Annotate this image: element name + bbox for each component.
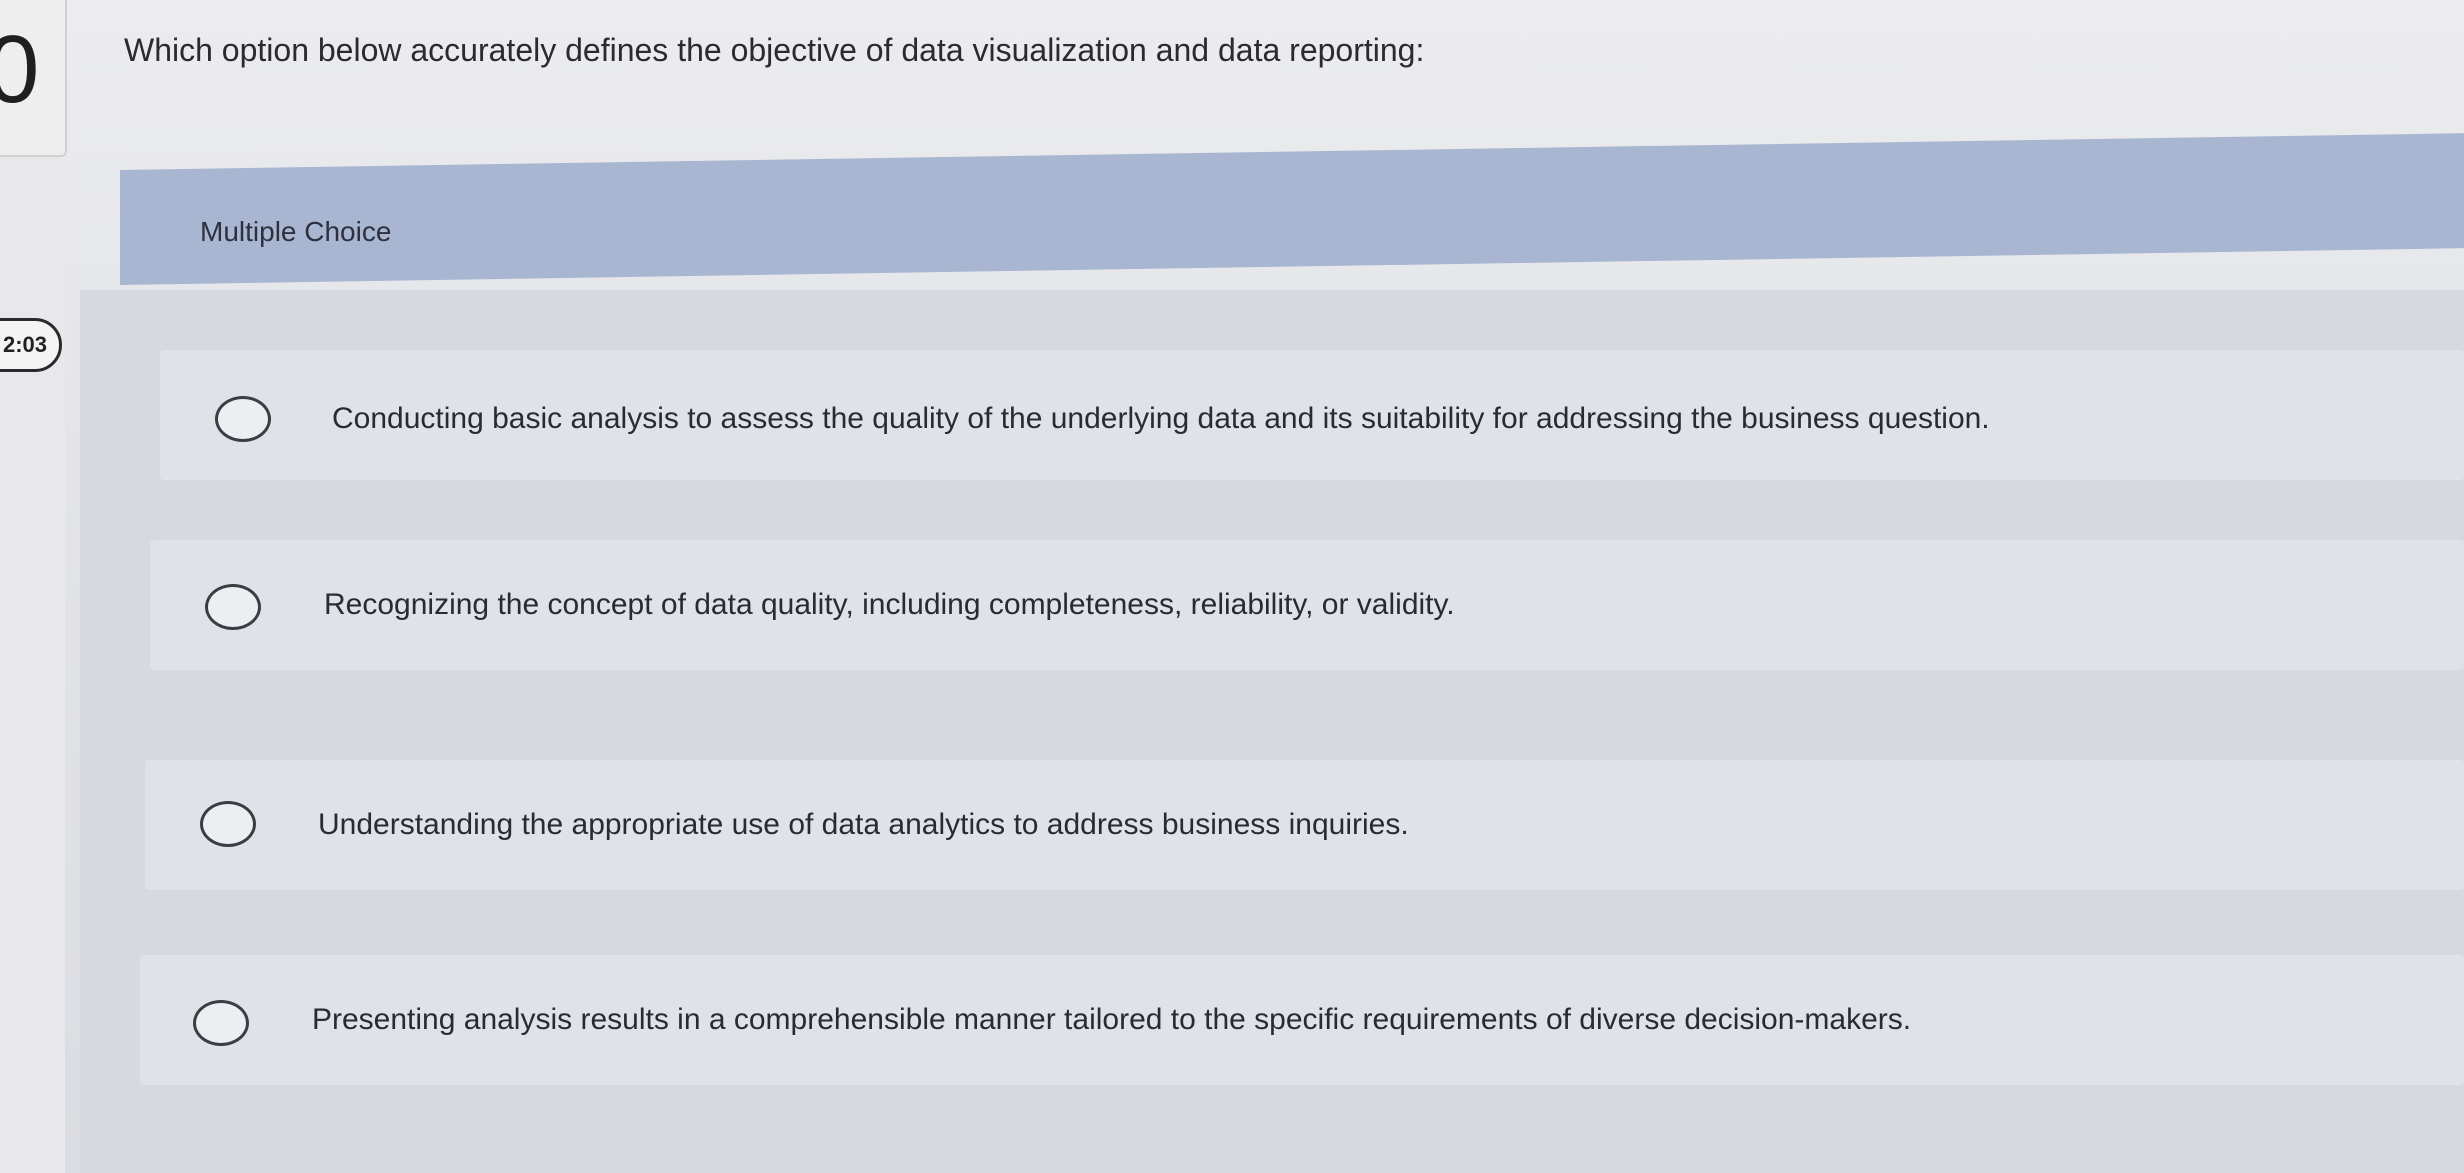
multiple-choice-label: Multiple Choice <box>200 216 392 247</box>
radio-button-icon[interactable] <box>215 396 271 442</box>
question-number: 0 <box>0 16 40 123</box>
answer-option-2-text[interactable]: Recognizing the concept of data quality,… <box>324 588 1455 622</box>
question-number-card[interactable]: 0 <box>0 0 67 157</box>
radio-button-icon[interactable] <box>200 801 256 847</box>
answer-option-1-text[interactable]: Conducting basic analysis to assess the … <box>332 402 1990 436</box>
answer-option-3-text[interactable]: Understanding the appropriate use of dat… <box>318 808 1409 842</box>
radio-button-icon[interactable] <box>193 1000 249 1046</box>
left-rail <box>0 0 65 1173</box>
radio-button-icon[interactable] <box>205 584 261 630</box>
question-prompt: Which option below accurately defines th… <box>124 32 1425 68</box>
timer-badge: 2:03 <box>0 318 62 372</box>
answer-option-4-text[interactable]: Presenting analysis results in a compreh… <box>312 1003 1911 1037</box>
